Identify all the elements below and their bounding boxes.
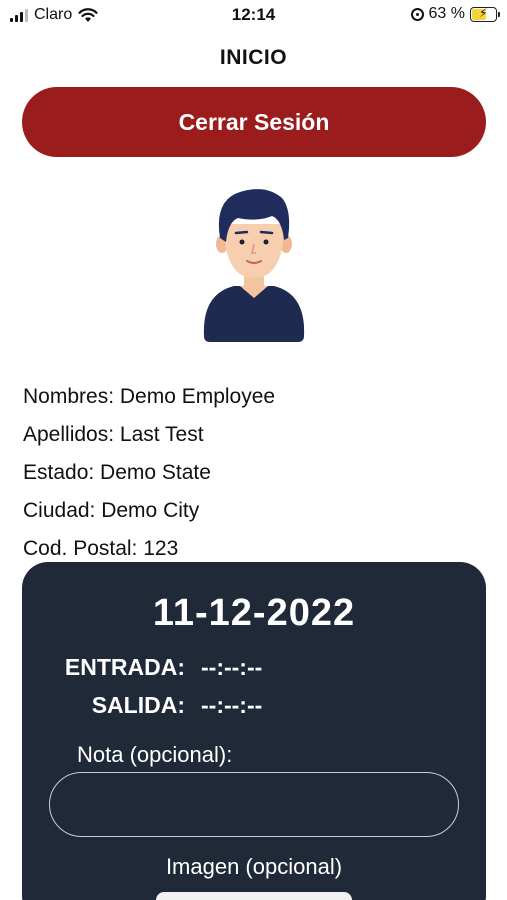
note-input[interactable] bbox=[49, 772, 459, 837]
exit-row: SALIDA: --:--:-- bbox=[54, 692, 263, 719]
profile-first-name: Nombres: Demo Employee bbox=[23, 385, 276, 408]
profile-state: Estado: Demo State bbox=[23, 461, 211, 484]
logout-button[interactable]: Cerrar Sesión bbox=[22, 87, 486, 157]
battery-percent: 63 % bbox=[428, 5, 465, 22]
attendance-date: 11-12-2022 bbox=[152, 592, 356, 634]
note-label: Nota (opcional): bbox=[77, 742, 233, 767]
profile-info: Nombres: Demo Employee Apellidos: Last T… bbox=[23, 378, 275, 568]
image-label: Imagen (opcional) bbox=[165, 854, 343, 879]
entry-label: ENTRADA: bbox=[64, 654, 185, 680]
status-bar: Claro 12:14 63 % ⚡ bbox=[0, 0, 507, 32]
battery-icon: ⚡ bbox=[470, 5, 500, 22]
image-picker-button[interactable] bbox=[156, 892, 352, 900]
entry-time: --:--:-- bbox=[201, 654, 263, 680]
charging-icon: ⚡ bbox=[479, 5, 488, 20]
orientation-lock-icon bbox=[410, 7, 424, 21]
status-right: 63 % ⚡ bbox=[410, 5, 500, 23]
profile-last-name: Apellidos: Last Test bbox=[23, 423, 204, 446]
profile-city: Ciudad: Demo City bbox=[23, 499, 200, 522]
exit-time: --:--:-- bbox=[201, 692, 263, 718]
avatar bbox=[203, 189, 305, 342]
attendance-card: 11-12-2022 ENTRADA: --:--:-- SALIDA: --:--… bbox=[22, 562, 486, 900]
page-title: INICIO bbox=[219, 46, 288, 69]
entry-row: ENTRADA: --:--:-- bbox=[54, 654, 262, 681]
exit-label: SALIDA: bbox=[91, 692, 185, 718]
